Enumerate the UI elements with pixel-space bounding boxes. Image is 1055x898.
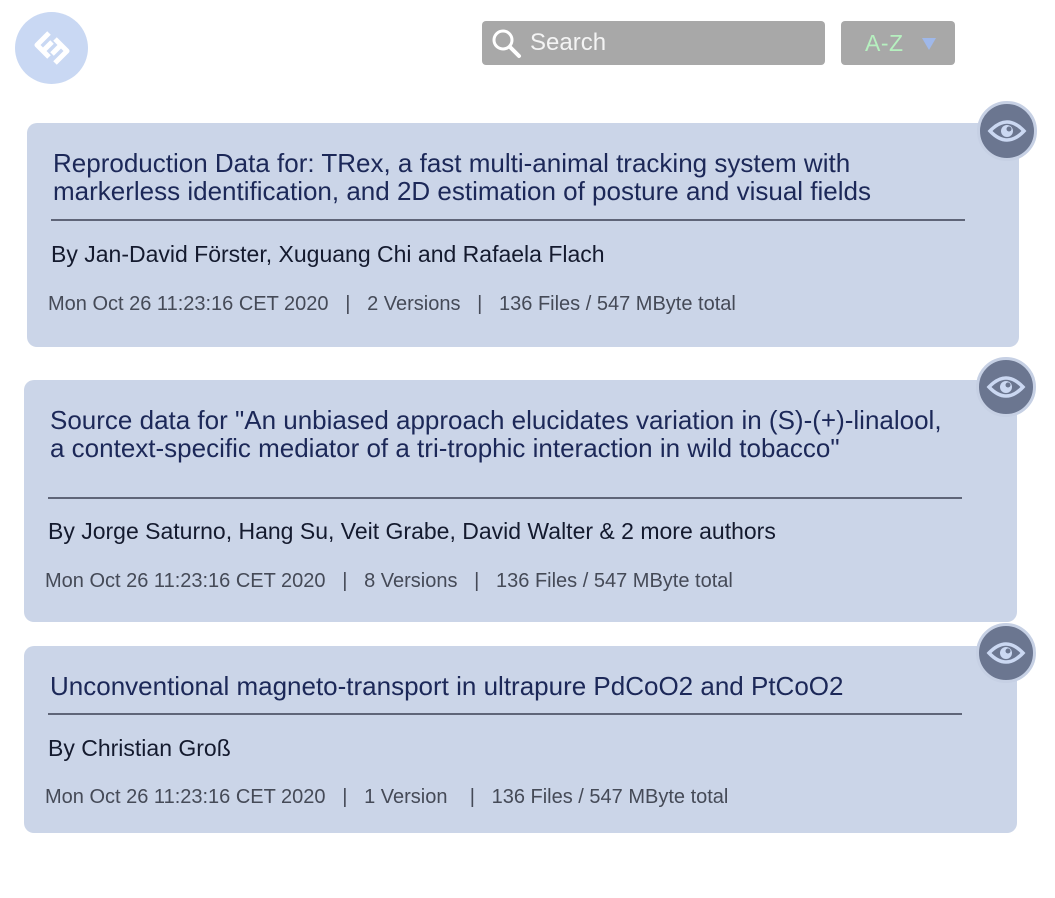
eye-icon [987, 120, 1027, 142]
search-icon [488, 25, 524, 61]
dataset-files: 136 Files / 547 MByte total [491, 786, 729, 808]
dataset-date: Mon Oct 26 11:23:16 CET 2020 [45, 570, 326, 592]
search-input[interactable] [530, 29, 810, 57]
dataset-card[interactable]: Unconventional magneto-transport in ultr… [24, 646, 1017, 833]
dataset-title[interactable]: Reproduction Data for: TRex, a fast mult… [53, 149, 968, 205]
dataset-authors: By Jorge Saturno, Hang Su, Veit Grabe, D… [48, 518, 776, 544]
dataset-card[interactable]: Source data for "An unbiased approach el… [24, 380, 1017, 622]
logo-icon [34, 31, 69, 65]
sort-label: A-Z [865, 29, 904, 56]
chevron-down-icon [921, 38, 936, 50]
sort-dropdown[interactable]: A-Z [841, 21, 955, 65]
eye-icon [986, 642, 1026, 664]
dataset-files: 136 Files / 547 MByte total [496, 570, 733, 592]
divider [51, 219, 965, 221]
dataset-versions: 8 Versions [364, 570, 458, 592]
view-button[interactable] [977, 101, 1037, 161]
dataset-card[interactable]: Reproduction Data for: TRex, a fast mult… [27, 123, 1019, 347]
search-bar[interactable] [482, 21, 825, 65]
dataset-date: Mon Oct 26 11:23:16 CET 2020 [48, 293, 329, 315]
dataset-files: 136 Files / 547 MByte total [499, 293, 736, 315]
view-button[interactable] [976, 357, 1036, 417]
dataset-authors: By Jan-David Förster, Xuguang Chi and Ra… [51, 241, 605, 267]
dataset-title[interactable]: Unconventional magneto-transport in ultr… [50, 672, 965, 700]
dataset-versions: 2 Versions [367, 293, 461, 315]
divider [48, 497, 962, 499]
dataset-versions: 1 Version [364, 786, 448, 808]
dataset-meta: Mon Oct 26 11:23:16 CET 2020 | 2 Version… [48, 293, 736, 315]
divider [48, 713, 962, 715]
dataset-date: Mon Oct 26 11:23:16 CET 2020 [45, 786, 326, 808]
dataset-meta: Mon Oct 26 11:23:16 CET 2020 | 8 Version… [45, 570, 733, 592]
dataset-title[interactable]: Source data for "An unbiased approach el… [50, 406, 950, 462]
dataset-authors: By Christian Groß [48, 735, 231, 761]
view-button[interactable] [976, 623, 1036, 683]
dataset-meta: Mon Oct 26 11:23:16 CET 2020 | 1 Version… [45, 786, 729, 808]
eye-icon [986, 376, 1026, 398]
logo[interactable] [15, 12, 88, 84]
